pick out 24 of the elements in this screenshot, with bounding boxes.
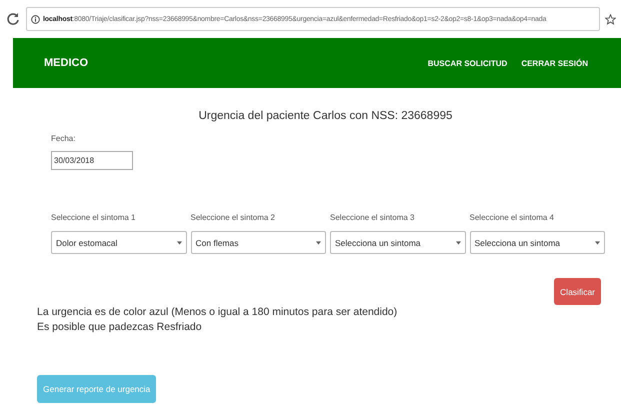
- brand-link[interactable]: MEDICO: [44, 57, 428, 69]
- nav-link[interactable]: BUSCAR SOLICITUD: [428, 58, 508, 68]
- info-icon: [31, 14, 40, 24]
- result-text: La urgencia es de color azul (Menos o igual a 180 minutos para ser atendido): [37, 305, 398, 320]
- caret-icon: [456, 240, 460, 244]
- symptom-dropdown[interactable]: Selecciona un sintoma: [330, 231, 466, 254]
- result-text: Es posible que padezcas Resfriado: [37, 320, 203, 335]
- field-label: Fecha:: [51, 134, 76, 143]
- date-field[interactable]: 30/03/2018: [51, 151, 133, 170]
- field-label: Seleccione el sintoma 2: [190, 213, 276, 222]
- reload-icon[interactable]: [6, 12, 20, 26]
- field-label: Seleccione el sintoma 3: [330, 213, 416, 222]
- field-label: Seleccione el sintoma 4: [470, 213, 555, 222]
- caret-icon: [595, 240, 600, 244]
- caret-icon: [176, 240, 182, 244]
- field-label: Seleccione el sintoma 1: [51, 213, 136, 222]
- symptom-dropdown[interactable]: Con flemas: [190, 231, 326, 254]
- symptom-dropdown[interactable]: Selecciona un sintoma: [470, 231, 605, 254]
- nav-link[interactable]: CERRAR SESIÓN: [521, 58, 588, 68]
- caret-icon: [316, 240, 321, 244]
- page-heading: Urgencia del paciente Carlos con NSS: 23668995: [198, 110, 454, 122]
- classify-button[interactable]: Clasificar: [554, 278, 601, 305]
- star-icon[interactable]: [605, 14, 616, 24]
- symptom-dropdown[interactable]: Dolor estomacal: [51, 231, 186, 254]
